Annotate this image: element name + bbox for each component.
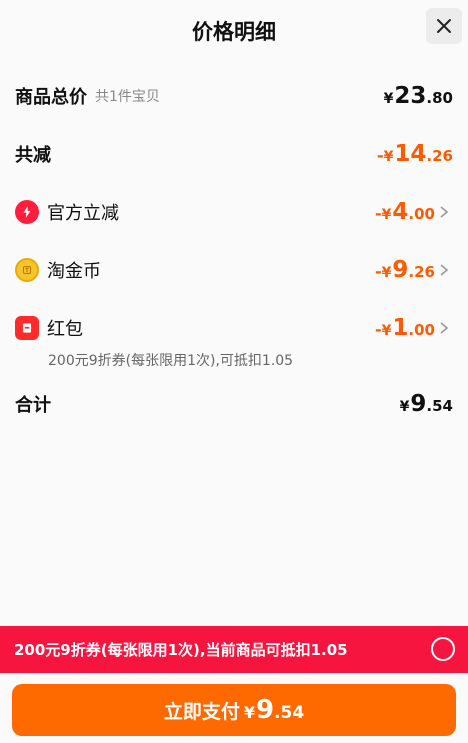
discount-value: - ¥ 1 .00 xyxy=(375,315,435,341)
total-reduction-label: 共减 xyxy=(15,145,51,166)
chevron-right-icon xyxy=(439,205,453,219)
pay-amount: ¥ 9 .54 xyxy=(243,695,305,725)
subtotal-row: 合计 ¥ 9 .54 xyxy=(15,384,453,424)
coin-icon xyxy=(15,258,39,282)
close-icon xyxy=(437,19,451,33)
page-title: 价格明细 xyxy=(192,20,276,44)
total-reduction-value: - ¥ 14 .26 xyxy=(377,141,453,167)
subtotal-value: ¥ 9 .54 xyxy=(399,391,453,417)
subtotal-label: 合计 xyxy=(15,395,51,416)
discount-label: 官方立减 xyxy=(47,203,119,224)
total-reduction-row: 共减 - ¥ 14 .26 xyxy=(15,134,453,174)
chevron-right-icon xyxy=(439,321,453,335)
pay-button-label: 立即支付 xyxy=(163,700,240,723)
promo-checkbox[interactable] xyxy=(431,637,455,661)
discount-label: 红包 xyxy=(47,319,83,340)
pay-now-button[interactable]: 立即支付 ¥ 9 .54 xyxy=(12,684,456,736)
coupon-note: 200元9折券(每张限用1次),可抵扣1.05 xyxy=(48,353,294,369)
promo-text: 200元9折券(每张限用1次),当前商品可抵扣1.05 xyxy=(14,641,348,659)
close-button[interactable] xyxy=(426,8,462,44)
item-count-label: 共1件宝贝 xyxy=(95,89,160,105)
total-price-value: ¥ 23 .80 xyxy=(383,83,453,109)
header: 价格明细 xyxy=(0,0,468,62)
discount-label: 淘金币 xyxy=(47,261,101,282)
coupon-promo-bar[interactable]: 200元9折券(每张限用1次),当前商品可抵扣1.05 xyxy=(0,626,468,673)
total-price-row: 商品总价 共1件宝贝 ¥ 23 .80 xyxy=(15,76,453,116)
discount-row-coin[interactable]: 淘金币 - ¥ 9 .26 xyxy=(15,250,453,290)
discount-value: - ¥ 4 .00 xyxy=(375,199,435,225)
discount-value: - ¥ 9 .26 xyxy=(375,257,435,283)
chevron-right-icon xyxy=(439,263,453,277)
lightning-icon xyxy=(15,200,39,224)
red-packet-icon xyxy=(15,316,39,340)
discount-row-official[interactable]: 官方立减 - ¥ 4 .00 xyxy=(15,192,453,232)
price-detail-sheet: 价格明细 商品总价 共1件宝贝 ¥ 23 .80 共减 - ¥ 14 .26 官… xyxy=(0,0,468,743)
discount-row-redpacket[interactable]: 红包 - ¥ 1 .00 xyxy=(15,308,453,348)
total-price-label: 商品总价 xyxy=(15,87,87,108)
